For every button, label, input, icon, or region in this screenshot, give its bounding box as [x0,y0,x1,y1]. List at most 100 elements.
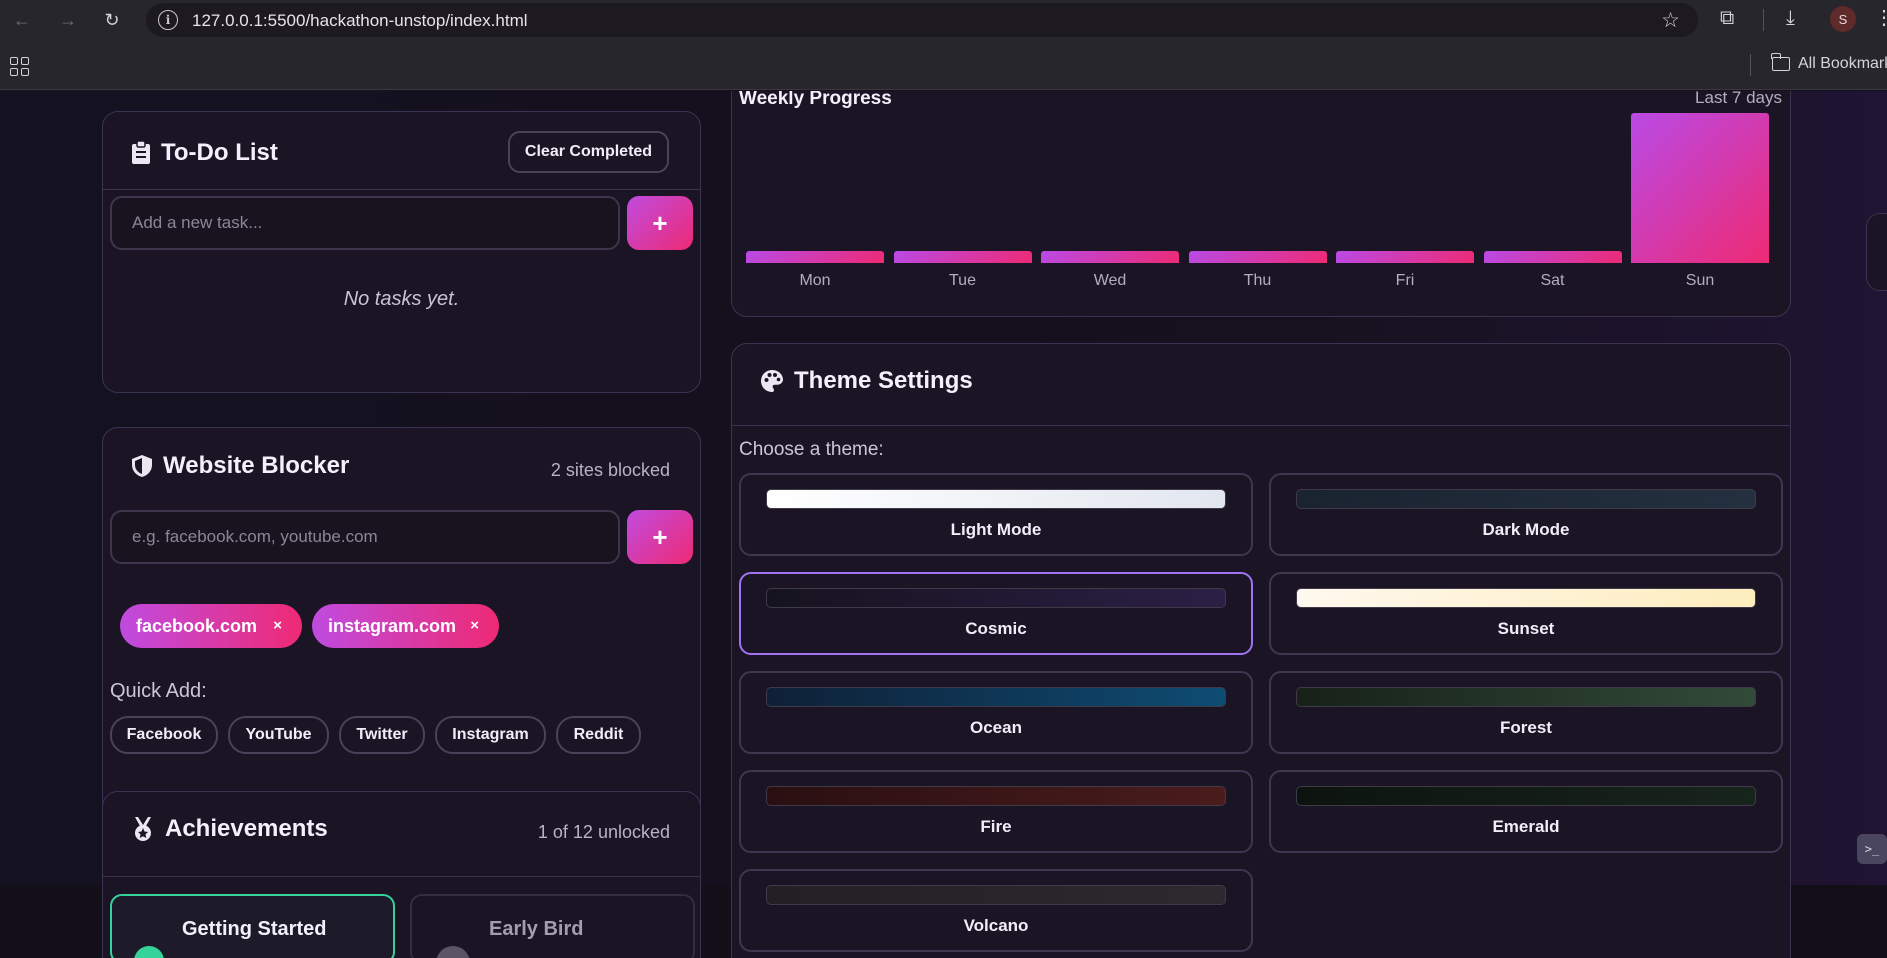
achievements-count: 1 of 12 unlocked [537,822,670,842]
chart-bar-thu [1188,251,1327,263]
todo-title: To-Do List [161,139,278,166]
remove-site-icon[interactable]: × [470,617,479,634]
chart-bar-wed [1041,251,1179,263]
achievement-name: Getting Started [182,918,327,940]
achievement-locked-icon [436,946,470,958]
theme-settings-card: Theme Settings Choose a theme: Light Mod… [731,343,1791,958]
choose-theme-label: Choose a theme: [739,439,884,460]
achievements-divider [103,876,700,877]
bookmarks-divider [1750,54,1751,76]
todo-header: To-Do List [131,139,278,167]
achievement-unlocked-icon [134,946,164,958]
chart-label-tue: Tue [949,272,976,289]
toolbar-divider [1763,9,1764,31]
theme-option-light-mode[interactable]: Light Mode [739,473,1253,556]
todo-divider [103,189,700,190]
chart-label-mon: Mon [799,272,831,289]
theme-name: Light Mode [950,520,1042,539]
theme-settings-title: Theme Settings [794,367,973,394]
theme-swatch [766,885,1226,905]
blocker-title: Website Blocker [163,452,350,479]
browser-toolbar: ← → ↻ i 127.0.0.1:5500/hackathon-unstop/… [0,0,1887,40]
add-site-button[interactable]: + [627,510,693,564]
medal-icon [135,817,151,841]
folder-icon [1771,53,1790,71]
add-task-button[interactable]: + [627,196,693,250]
chart-bar-sat [1483,251,1622,263]
bookmark-star-icon[interactable]: ☆ [1661,8,1680,33]
chart-bar-fri [1336,251,1474,263]
chart-bar-mon [746,251,884,263]
shield-icon [132,455,152,477]
chart-label-sun: Sun [1685,272,1715,289]
blocked-site-label: instagram.com [328,615,457,636]
theme-option-emerald[interactable]: Emerald [1269,770,1783,853]
theme-name: Dark Mode [1482,520,1570,539]
quick-add-youtube[interactable]: YouTube [228,716,329,754]
apps-grid-icon[interactable] [10,57,29,76]
theme-name: Cosmic [965,619,1027,638]
url-text: 127.0.0.1:5500/hackathon-unstop/index.ht… [192,11,528,30]
site-info-icon[interactable]: i [158,10,178,30]
extensions-icon[interactable]: ⧉ [1720,7,1734,30]
chart-label-thu: Thu [1243,272,1272,289]
quick-add-twitter[interactable]: Twitter [339,716,425,754]
theme-divider [732,425,1790,426]
theme-name: Ocean [970,718,1022,737]
theme-option-fire[interactable]: Fire [739,770,1253,853]
theme-swatch [766,588,1226,608]
theme-option-forest[interactable]: Forest [1269,671,1783,754]
theme-option-sunset[interactable]: Sunset [1269,572,1783,655]
quick-add-facebook[interactable]: Facebook [110,716,218,754]
chart-label-wed: Wed [1093,272,1127,289]
blocked-site-label: facebook.com [136,615,258,636]
clear-completed-button[interactable]: Clear Completed [508,131,669,173]
theme-swatch [1296,489,1756,509]
blocked-site-chip: facebook.com × [120,604,302,648]
achievements-card: Achievements 1 of 12 unlocked Getting St… [102,791,701,958]
clipboard-icon [132,141,150,164]
theme-name: Forest [1500,718,1552,737]
theme-swatch [1296,786,1756,806]
blocker-header: Website Blocker [131,452,349,480]
back-icon[interactable]: ← [8,6,36,34]
theme-settings-header: Theme Settings [760,367,973,395]
weekly-progress-card: Weekly Progress Last 7 days Mon Tue Wed Thu… [731,91,1791,317]
page-content: To-Do List Clear Completed Add a new tas… [0,91,1887,958]
theme-option-volcano[interactable]: Volcano [739,869,1253,952]
chart-label-sat: Sat [1540,272,1565,289]
theme-option-cosmic[interactable]: Cosmic [739,572,1253,655]
forward-icon[interactable]: → [54,6,82,34]
achievements-title: Achievements [165,815,328,842]
all-bookmarks-label: All Bookmarks [1798,55,1887,72]
theme-name: Emerald [1492,817,1560,836]
chart-bar-sun [1631,113,1769,263]
new-task-input[interactable]: Add a new task... [110,196,620,250]
profile-avatar[interactable]: S [1830,6,1856,32]
achievement-name: Early Bird [489,918,584,940]
theme-name: Fire [980,817,1012,836]
empty-tasks-message: No tasks yet. [343,288,460,310]
achievements-header: Achievements [131,815,328,843]
download-icon[interactable]: ⤓ [1786,7,1795,30]
site-url-input[interactable]: e.g. facebook.com, youtube.com [110,510,620,564]
achievement-item-getting-started[interactable]: Getting Started [110,894,395,958]
remove-site-icon[interactable]: × [273,617,282,634]
address-bar[interactable]: i 127.0.0.1:5500/hackathon-unstop/index.… [146,3,1698,37]
all-bookmarks-button[interactable]: All Bookmarks [1771,53,1887,73]
quick-add-instagram[interactable]: Instagram [435,716,546,754]
side-panel-tab[interactable] [1866,213,1887,291]
theme-option-dark-mode[interactable]: Dark Mode [1269,473,1783,556]
quick-add-label: Quick Add: [110,680,207,702]
bookmarks-bar: All Bookmarks [0,40,1887,90]
devtools-toggle-icon[interactable]: >_ [1857,834,1887,864]
theme-swatch [766,687,1226,707]
theme-name: Volcano [963,916,1029,935]
achievement-item-early-bird[interactable]: Early Bird [410,894,695,958]
theme-option-ocean[interactable]: Ocean [739,671,1253,754]
reload-icon[interactable]: ↻ [98,6,126,34]
quick-add-reddit[interactable]: Reddit [556,716,641,754]
theme-swatch [1296,687,1756,707]
theme-swatch [1296,588,1756,608]
menu-icon[interactable]: ⋮ [1874,5,1887,30]
